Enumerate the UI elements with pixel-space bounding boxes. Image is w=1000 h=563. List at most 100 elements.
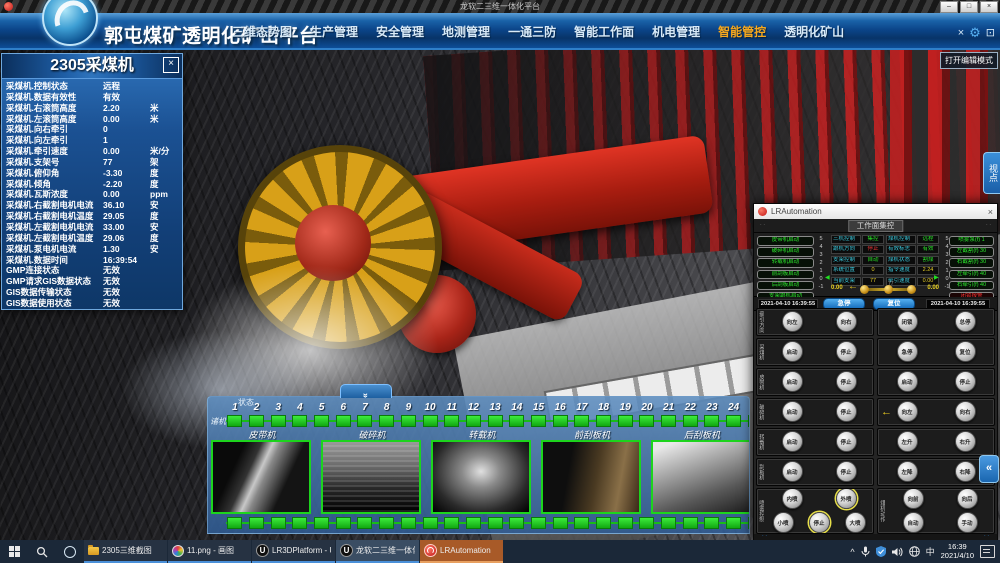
channel-indicator[interactable] <box>292 517 307 529</box>
control-button[interactable]: 急停 <box>897 341 918 362</box>
channel-indicator[interactable] <box>488 517 503 529</box>
control-button[interactable]: 向右 <box>836 311 857 332</box>
clock[interactable]: 16:39 2021/4/10 <box>941 543 974 560</box>
control-button[interactable]: 向左 <box>897 401 918 422</box>
speaker-icon[interactable] <box>892 547 903 557</box>
channel-indicator[interactable] <box>596 415 611 427</box>
security-shield-icon[interactable] <box>876 546 886 557</box>
control-button[interactable]: 停止 <box>836 431 857 452</box>
channel-indicator[interactable] <box>726 415 741 427</box>
edit-mode-button[interactable]: 打开编辑模式 <box>940 52 998 69</box>
channel-indicator[interactable] <box>726 517 741 529</box>
channel-indicator[interactable] <box>596 517 611 529</box>
nav-item[interactable]: 智能工作面 <box>574 23 634 40</box>
automation-button[interactable]: 右牵引(f) 40 <box>949 281 994 291</box>
control-button[interactable]: 启动 <box>782 341 803 362</box>
automation-button[interactable]: 破碎机启动 <box>757 247 814 257</box>
camera-view[interactable] <box>211 440 311 514</box>
channel-indicator[interactable] <box>379 517 394 529</box>
channel-indicator[interactable] <box>639 517 654 529</box>
control-button[interactable]: 外喷 <box>836 488 857 509</box>
control-button[interactable]: 停止 <box>809 512 830 533</box>
camera-view[interactable] <box>651 440 750 514</box>
close-icon[interactable]: × <box>163 57 179 73</box>
channel-indicator[interactable] <box>531 415 546 427</box>
collapse-panel-button[interactable]: « <box>979 455 999 483</box>
slider-knob[interactable] <box>884 285 893 294</box>
cortana-button[interactable] <box>56 540 84 563</box>
nav-item[interactable]: 安全管理 <box>376 23 424 40</box>
channel-indicator[interactable] <box>618 415 633 427</box>
viewpoint-tab[interactable]: 视点 <box>983 152 1000 194</box>
taskbar-app[interactable]: 2305三维截图 <box>84 540 167 563</box>
nav-item[interactable]: 透明化矿山 <box>784 23 844 40</box>
automation-button[interactable]: 前刮板启动 <box>757 270 814 280</box>
control-button[interactable]: 停止 <box>836 371 857 392</box>
network-globe-icon[interactable] <box>909 546 920 557</box>
control-button[interactable]: 总停 <box>955 311 976 332</box>
channel-indicator[interactable] <box>271 415 286 427</box>
channel-indicator[interactable] <box>466 415 481 427</box>
microphone-icon[interactable] <box>861 546 870 557</box>
control-button[interactable]: 手动 <box>957 512 978 533</box>
control-button[interactable]: 小喷 <box>773 512 794 533</box>
channel-indicator[interactable] <box>444 517 459 529</box>
slider-knob[interactable] <box>907 285 916 294</box>
taskbar-app[interactable]: ULR3DPlatform - U... <box>252 540 335 563</box>
channel-indicator[interactable] <box>509 415 524 427</box>
channel-indicator[interactable] <box>336 415 351 427</box>
channel-indicator[interactable] <box>488 415 503 427</box>
channel-indicator[interactable] <box>748 517 750 529</box>
control-button[interactable]: 右升 <box>955 431 976 452</box>
camera-view[interactable] <box>431 440 531 514</box>
ime-indicator[interactable]: 中 <box>926 545 935 558</box>
position-slider[interactable]: 0.00 ← 77 0.00 <box>831 282 939 295</box>
taskbar-app[interactable]: LRAutomation <box>420 540 503 563</box>
channel-indicator[interactable] <box>423 415 438 427</box>
automation-button[interactable]: 后刮板启动 <box>757 281 814 291</box>
control-button[interactable]: 右降 <box>955 461 976 482</box>
control-button[interactable]: 启动 <box>782 371 803 392</box>
automation-button[interactable]: 喷雾泵(f) 1 <box>949 236 994 246</box>
channel-indicator[interactable] <box>531 517 546 529</box>
control-button[interactable]: 启动 <box>782 401 803 422</box>
channel-indicator[interactable] <box>292 415 307 427</box>
channel-indicator[interactable] <box>249 415 264 427</box>
control-button[interactable]: 启动 <box>897 371 918 392</box>
channel-indicator[interactable] <box>509 517 524 529</box>
nav-item[interactable]: 生产管理 <box>310 23 358 40</box>
control-button[interactable]: 左升 <box>897 431 918 452</box>
automation-button[interactable]: 皮带机启动 <box>757 236 814 246</box>
automation-button[interactable]: 右截割(f) 30 <box>949 258 994 268</box>
control-button[interactable]: 闭锁 <box>897 311 918 332</box>
taskbar-app[interactable]: U龙软二三维一体化... <box>336 540 419 563</box>
camera-view[interactable] <box>321 440 421 514</box>
channel-indicator[interactable] <box>401 517 416 529</box>
channel-indicator[interactable] <box>661 415 676 427</box>
automation-button[interactable]: 左截割(f) 30 <box>949 247 994 257</box>
control-button[interactable]: 向前 <box>903 488 924 509</box>
maximize-button[interactable]: □ <box>960 1 978 13</box>
channel-indicator[interactable] <box>314 517 329 529</box>
close-icon[interactable]: × <box>988 207 993 217</box>
control-button[interactable]: 启动 <box>782 431 803 452</box>
tray-expand-icon[interactable]: ^ <box>850 547 854 557</box>
slider-knob[interactable] <box>860 285 869 294</box>
bottom-panel-toggle[interactable]: » <box>340 384 392 398</box>
channel-indicator[interactable] <box>704 517 719 529</box>
tab-workface-control[interactable]: 工作面集控 <box>848 220 904 232</box>
channel-indicator[interactable] <box>618 517 633 529</box>
gear-icon[interactable]: ⚙ <box>969 27 981 39</box>
automation-titlebar[interactable]: LRAutomation × <box>754 204 997 219</box>
channel-indicator[interactable] <box>466 517 481 529</box>
control-button[interactable]: 向后 <box>957 488 978 509</box>
channel-indicator[interactable] <box>661 517 676 529</box>
control-button[interactable]: 左降 <box>897 461 918 482</box>
channel-indicator[interactable] <box>704 415 719 427</box>
slider-track[interactable]: 77 <box>862 288 914 291</box>
channel-indicator[interactable] <box>574 415 589 427</box>
control-button[interactable]: 复位 <box>955 341 976 362</box>
channel-indicator[interactable] <box>357 415 372 427</box>
channel-indicator[interactable] <box>553 415 568 427</box>
channel-indicator[interactable] <box>639 415 654 427</box>
